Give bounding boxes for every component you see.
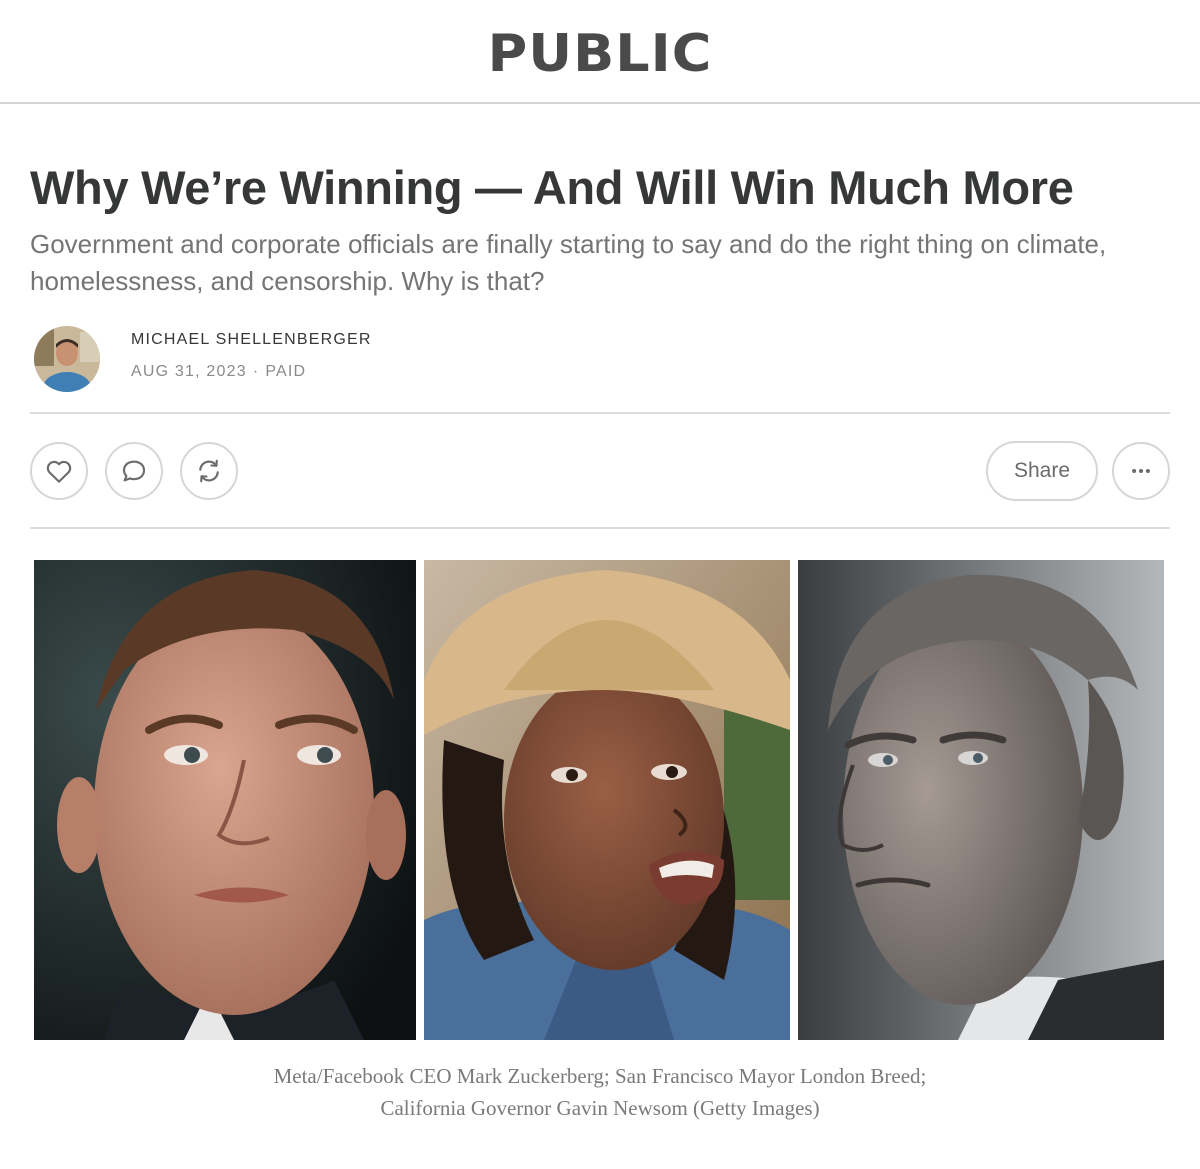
caption-line-2: California Governor Gavin Newsom (Getty … [380, 1096, 820, 1120]
like-button[interactable] [30, 441, 88, 500]
divider-bottom [30, 527, 1170, 529]
more-options-button[interactable] [1112, 441, 1170, 500]
article-figure [30, 560, 1170, 1040]
article-content: Why We’re Winning — And Will Win Much Mo… [0, 160, 1200, 1124]
author-name[interactable]: MICHAEL SHELLENBERGER [131, 330, 372, 350]
caption-line-1: Meta/Facebook CEO Mark Zuckerberg; San F… [273, 1064, 927, 1088]
figure-caption: Meta/Facebook CEO Mark Zuckerberg; San F… [30, 1060, 1170, 1124]
avatar-image [34, 326, 100, 392]
portrait-image-1 [34, 560, 416, 1040]
post-meta: AUG 31, 2023 · PAID [131, 362, 372, 382]
byline: MICHAEL SHELLENBERGER AUG 31, 2023 · PAID [30, 324, 1170, 394]
publication-logo[interactable]: PUBLIC [488, 23, 713, 83]
article-title: Why We’re Winning — And Will Win Much Mo… [30, 161, 1074, 214]
access-badge: PAID [265, 363, 307, 380]
restack-icon [199, 459, 219, 482]
article-subtitle: Government and corporate officials are f… [30, 229, 1107, 296]
photo-breed[interactable] [424, 560, 790, 1040]
restack-button[interactable] [180, 441, 238, 500]
comment-button[interactable] [105, 441, 163, 500]
author-avatar[interactable] [34, 326, 100, 392]
photo-zuckerberg[interactable] [34, 560, 416, 1040]
heart-icon [46, 460, 72, 483]
ellipsis-icon [1132, 468, 1150, 473]
portrait-image-2 [424, 560, 790, 1040]
meta-separator: · [252, 363, 260, 380]
comment-icon [122, 460, 146, 481]
photo-newsom[interactable] [798, 560, 1164, 1040]
post-date: AUG 31, 2023 [131, 363, 247, 380]
site-header: PUBLIC [0, 0, 1200, 104]
share-button[interactable]: Share [986, 440, 1098, 501]
portrait-image-3 [798, 560, 1164, 1040]
post-actions: Share [30, 414, 1170, 527]
